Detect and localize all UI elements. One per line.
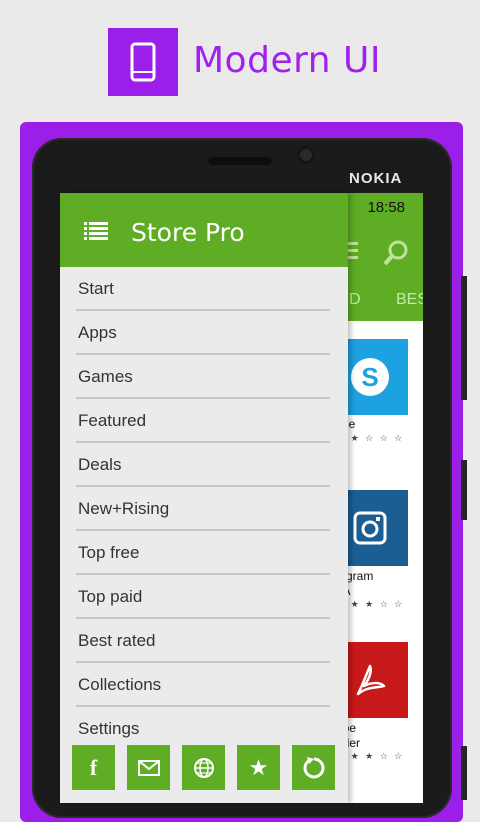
menu-item-label: Games <box>78 367 133 386</box>
skype-icon: S <box>351 358 389 396</box>
star-icon: ★ <box>248 754 269 780</box>
menu-item-label: Top paid <box>78 587 143 606</box>
speaker-grille <box>208 157 272 165</box>
menu-item-label: Settings <box>78 719 140 738</box>
mail-button[interactable] <box>127 745 170 790</box>
mail-icon <box>137 759 160 776</box>
menu-item-label: Collections <box>78 675 162 694</box>
menu-item-label: Best rated <box>78 631 156 650</box>
search-icon[interactable] <box>382 239 410 267</box>
facebook-button[interactable]: f <box>72 745 115 790</box>
menu-item-deals[interactable]: Deals <box>60 443 348 487</box>
navigation-drawer: Store Pro Start Apps Games Featured Deal… <box>60 193 348 803</box>
menu-item-top-paid[interactable]: Top paid <box>60 575 348 619</box>
menu-item-featured[interactable]: Featured <box>60 399 348 443</box>
pdf-icon <box>356 664 386 696</box>
drawer-header: Store Pro <box>60 193 348 267</box>
drawer-menu: Start Apps Games Featured Deals New+Risi… <box>60 267 348 751</box>
drawer-title: Store Pro <box>131 218 245 247</box>
menu-item-best-rated[interactable]: Best rated <box>60 619 348 663</box>
globe-icon <box>193 757 214 778</box>
social-bar: f ★ <box>72 745 342 790</box>
menu-item-start[interactable]: Start <box>60 267 348 311</box>
menu-item-label: Apps <box>78 323 117 342</box>
list-icon[interactable] <box>84 221 108 241</box>
instagram-icon <box>353 511 387 545</box>
sync-button[interactable] <box>292 745 335 790</box>
rate-button[interactable]: ★ <box>237 745 280 790</box>
menu-item-label: Start <box>78 279 114 298</box>
menu-item-label: Top free <box>78 543 140 562</box>
facebook-icon: f <box>89 754 98 780</box>
menu-item-label: Featured <box>78 411 147 430</box>
menu-item-label: Deals <box>78 455 122 474</box>
power-button <box>461 460 467 520</box>
phone-icon <box>130 42 156 82</box>
tab-best-rated[interactable]: BES <box>396 291 423 309</box>
menu-item-apps[interactable]: Apps <box>60 311 348 355</box>
volume-button <box>461 276 467 400</box>
logo-tile <box>108 28 178 96</box>
menu-item-games[interactable]: Games <box>60 355 348 399</box>
app-title: Modern UI <box>193 40 381 81</box>
camera-button <box>461 746 467 800</box>
device-brand: NOKIA <box>349 170 403 187</box>
sync-icon <box>303 756 324 778</box>
front-camera <box>297 146 315 164</box>
menu-item-new-rising[interactable]: New+Rising <box>60 487 348 531</box>
menu-item-top-free[interactable]: Top free <box>60 531 348 575</box>
website-button[interactable] <box>182 745 225 790</box>
status-time: 18:58 <box>367 199 405 216</box>
menu-item-label: New+Rising <box>78 499 170 518</box>
svg-text:S: S <box>361 362 378 392</box>
menu-item-collections[interactable]: Collections <box>60 663 348 707</box>
